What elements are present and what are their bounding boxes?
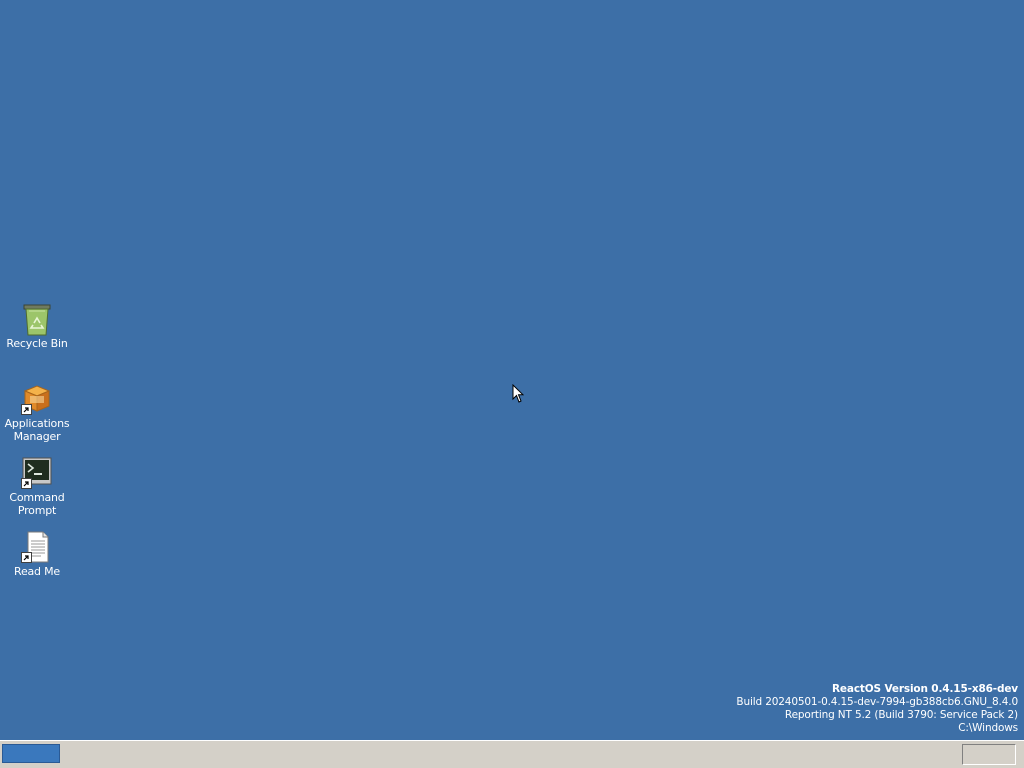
version-reporting: Reporting NT 5.2 (Build 3790: Service Pa… (784, 709, 1018, 721)
shortcut-arrow-icon (21, 552, 32, 563)
desktop-icon-read-me[interactable]: Read Me (0, 531, 74, 578)
applications-manager-icon (21, 383, 53, 415)
version-path: C:\Windows (958, 722, 1018, 734)
taskbar (0, 740, 1024, 768)
applications-manager-label: Applications Manager (4, 417, 70, 443)
read-me-label: Read Me (14, 565, 60, 578)
version-title: ReactOS Version 0.4.15-x86-dev (831, 683, 1018, 695)
desktop-icon-recycle-bin[interactable]: Recycle Bin (0, 303, 74, 350)
shortcut-arrow-icon (21, 478, 32, 489)
desktop[interactable]: Recycle Bin Applications Manager Command… (0, 0, 1024, 740)
system-tray[interactable] (962, 744, 1016, 765)
command-prompt-icon (21, 457, 53, 489)
shortcut-arrow-icon (21, 404, 32, 415)
mouse-cursor-icon (512, 384, 524, 403)
read-me-icon (21, 531, 53, 563)
recycle-bin-icon (21, 303, 53, 336)
start-button[interactable] (2, 744, 60, 763)
command-prompt-label: Command Prompt (9, 491, 65, 517)
desktop-icon-applications-manager[interactable]: Applications Manager (0, 383, 74, 443)
desktop-icon-command-prompt[interactable]: Command Prompt (0, 457, 74, 517)
recycle-bin-label: Recycle Bin (6, 337, 68, 350)
version-build: Build 20240501-0.4.15-dev-7994-gb388cb6.… (736, 696, 1018, 708)
version-info: ReactOS Version 0.4.15-x86-dev Build 202… (736, 683, 1018, 735)
